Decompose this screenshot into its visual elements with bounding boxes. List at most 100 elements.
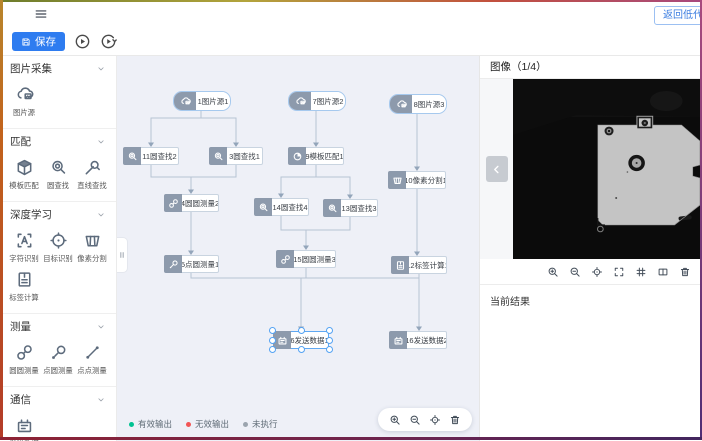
fullscreen-button[interactable] <box>612 265 626 279</box>
circle-find-icon <box>49 158 68 177</box>
flow-toolbar: 保存 <box>0 28 702 56</box>
node-icon <box>390 95 412 113</box>
play-icon <box>74 33 91 50</box>
sidebar-item-segment[interactable]: 像素分割 <box>75 231 109 264</box>
flow-node-n4[interactable]: 4圆圆测量2 <box>164 194 219 212</box>
sidebar-section-header[interactable]: 匹配 <box>0 129 116 154</box>
node-resize-handle[interactable] <box>326 346 333 353</box>
segment-icon <box>392 175 403 186</box>
label-calc-icon <box>15 270 34 289</box>
sidebar-item-circle-circle[interactable]: 圆圆测量 <box>7 343 41 376</box>
sidebar-item-cloud-image[interactable]: 图片源 <box>7 85 41 118</box>
grid-button[interactable] <box>634 265 648 279</box>
legend-item: 有效输出 <box>129 418 172 430</box>
trash-button[interactable] <box>678 265 692 279</box>
node-resize-handle[interactable] <box>269 346 276 353</box>
chevron-down-icon <box>96 395 106 405</box>
flow-node-n6[interactable]: 6发送数据1 <box>273 331 329 349</box>
circle-circle-icon <box>280 254 291 265</box>
node-icon <box>289 92 311 110</box>
sidebar-item-point-circle[interactable]: 点圆测量 <box>41 343 75 376</box>
hamburger-icon <box>34 7 48 21</box>
flow-node-n13[interactable]: 13圆查找3 <box>323 199 378 217</box>
sidebar-item-ocr[interactable]: 字符识别 <box>7 231 41 264</box>
node-label: 4圆圆测量2 <box>182 194 219 212</box>
flow-canvas[interactable]: 1图片源1 7图片源2 8图片源3 11圆查找2 3圆查找1 9模板匹配1 10像素分割1 4… <box>117 56 479 441</box>
target-icon <box>49 231 68 250</box>
compare-icon <box>657 266 669 278</box>
flow-node-n8[interactable]: 8图片源3 <box>389 94 447 114</box>
node-label: 7图片源2 <box>311 92 345 110</box>
save-icon <box>21 37 31 47</box>
locate-button[interactable] <box>590 265 604 279</box>
sidebar-item-line-find[interactable]: 直线查找 <box>75 158 109 191</box>
node-resize-handle[interactable] <box>269 327 276 334</box>
zoom-out-button[interactable] <box>408 413 422 427</box>
flow-node-n7[interactable]: 7图片源2 <box>288 91 346 111</box>
flow-node-n9[interactable]: 9模板匹配1 <box>288 147 344 165</box>
drag-handle-icon <box>118 251 126 259</box>
cloud-image-icon <box>15 85 34 104</box>
image-panel-title: 图像（1/4） <box>480 56 702 79</box>
node-resize-handle[interactable] <box>326 327 333 334</box>
sidebar-section-header[interactable]: 图片采集 <box>0 56 116 81</box>
sidebar-item-label-calc[interactable]: 标签计算 <box>7 270 41 303</box>
sidebar-item-target[interactable]: 目标识别 <box>41 231 75 264</box>
sidebar-item-send-data[interactable]: 发送数据 <box>7 416 41 441</box>
line-find-icon <box>83 158 102 177</box>
send-data-icon <box>277 335 288 346</box>
current-result-title: 当前结果 <box>490 297 530 308</box>
sidebar-section-header[interactable]: 深度学习 <box>0 202 116 227</box>
cloud-image-icon <box>180 96 191 107</box>
node-label: 1图片源1 <box>196 92 230 110</box>
back-to-lowcode-button[interactable]: 返回低代 <box>654 6 702 25</box>
flow-node-n11[interactable]: 11圆查找2 <box>123 147 179 165</box>
flow-node-n10[interactable]: 10像素分割1 <box>388 171 446 189</box>
prev-image-button[interactable] <box>486 156 508 182</box>
zoom-out-icon <box>569 266 581 278</box>
flow-node-n5[interactable]: 5点圆测量1 <box>164 255 219 273</box>
locate-button[interactable] <box>428 413 442 427</box>
menu-toggle[interactable] <box>34 7 48 21</box>
sidebar-section-header[interactable]: 测量 <box>0 314 116 339</box>
drag-handle-icon <box>118 251 126 259</box>
zoom-in-button[interactable] <box>388 413 402 427</box>
flow-node-n16[interactable]: 16发送数据2 <box>389 331 447 349</box>
flow-node-n1[interactable]: 1图片源1 <box>173 91 231 111</box>
legend-label: 有效输出 <box>138 418 172 430</box>
zoom-in-button[interactable] <box>546 265 560 279</box>
flow-node-n3[interactable]: 3圆查找1 <box>209 147 263 165</box>
run-once-button[interactable] <box>100 33 117 50</box>
circle-circle-icon <box>168 198 179 209</box>
sidebar-item-cube[interactable]: 模板匹配 <box>7 158 41 191</box>
flow-node-n15[interactable]: 15圆圆测量3 <box>276 250 336 268</box>
run-button[interactable] <box>74 33 91 50</box>
sidebar-item-point-point[interactable]: 点点测量 <box>75 343 109 376</box>
point-point-icon <box>83 343 102 362</box>
sidebar-item-circle-find[interactable]: 圆查找 <box>41 158 75 191</box>
top-bar: 返回低代 <box>0 0 702 28</box>
image-viewer <box>480 79 702 259</box>
node-resize-handle[interactable] <box>269 337 276 344</box>
chevron-down-icon <box>96 64 106 74</box>
node-resize-handle[interactable] <box>326 337 333 344</box>
node-resize-handle[interactable] <box>298 346 305 353</box>
sidebar-section-header[interactable]: 通信 <box>0 387 116 412</box>
sidebar-item-label: 直线查找 <box>77 180 106 190</box>
locate-icon <box>429 414 441 426</box>
trash-icon <box>679 266 691 278</box>
image-toolbar <box>480 259 702 285</box>
node-resize-handle[interactable] <box>298 327 305 334</box>
compare-button[interactable] <box>656 265 670 279</box>
sidebar-collapse-handle[interactable] <box>117 237 128 273</box>
zoom-out-button[interactable] <box>568 265 582 279</box>
locate-icon <box>591 266 603 278</box>
save-button[interactable]: 保存 <box>12 32 65 51</box>
node-label: 8图片源3 <box>412 95 446 113</box>
node-icon <box>389 331 407 349</box>
label-calc-icon <box>395 260 406 271</box>
trash-button[interactable] <box>448 413 462 427</box>
flow-node-n12[interactable]: 12标签计算1 <box>391 256 447 274</box>
flow-node-n14[interactable]: 14圆查找4 <box>254 198 309 216</box>
camera-image <box>513 79 702 259</box>
